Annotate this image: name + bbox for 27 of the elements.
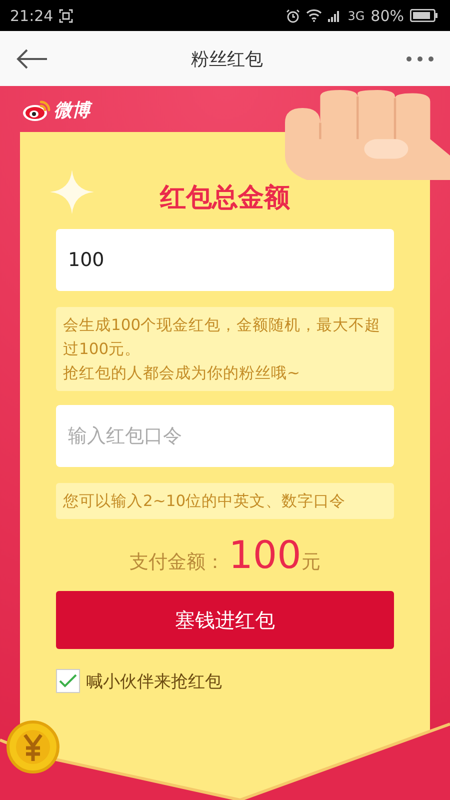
amount-input-field[interactable]: 100 <box>56 229 394 291</box>
payment-label: 支付金额： <box>130 550 225 575</box>
alarm-icon <box>286 8 300 22</box>
payment-amount: 100 <box>228 533 302 577</box>
weibo-logo-icon <box>22 98 52 122</box>
battery-percent: 80% <box>370 6 404 24</box>
network-type: 3G <box>348 8 365 22</box>
share-checkbox[interactable] <box>56 669 80 693</box>
status-time: 21:24 <box>10 6 54 24</box>
amount-tip: 会生成100个现金红包，金额随机，最大不超过100元。 <box>63 315 382 360</box>
signal-icon <box>328 10 342 22</box>
share-label: 喊小伙伴来抢红包 <box>86 670 222 692</box>
submit-button[interactable]: 塞钱进红包 <box>56 591 394 649</box>
amount-tip: 抢红包的人都会成为你的粉丝哦~ <box>63 363 301 384</box>
yen-coin-icon <box>6 720 60 774</box>
payment-unit: 元 <box>301 550 320 575</box>
back-arrow-icon <box>16 48 48 68</box>
page-title: 粉丝红包 <box>191 48 263 70</box>
sparkle-icon <box>50 170 94 214</box>
screenshot-icon <box>59 8 74 22</box>
amount-heading: 红包总金额 <box>160 182 290 215</box>
wifi-icon <box>306 9 322 22</box>
password-input-field[interactable]: 输入红包口令 <box>56 405 394 467</box>
brand-name: 微博 <box>54 98 90 122</box>
battery-icon <box>410 9 438 22</box>
password-tip: 您可以输入2~10位的中英文、数字口令 <box>56 483 394 519</box>
more-icon <box>406 56 434 62</box>
